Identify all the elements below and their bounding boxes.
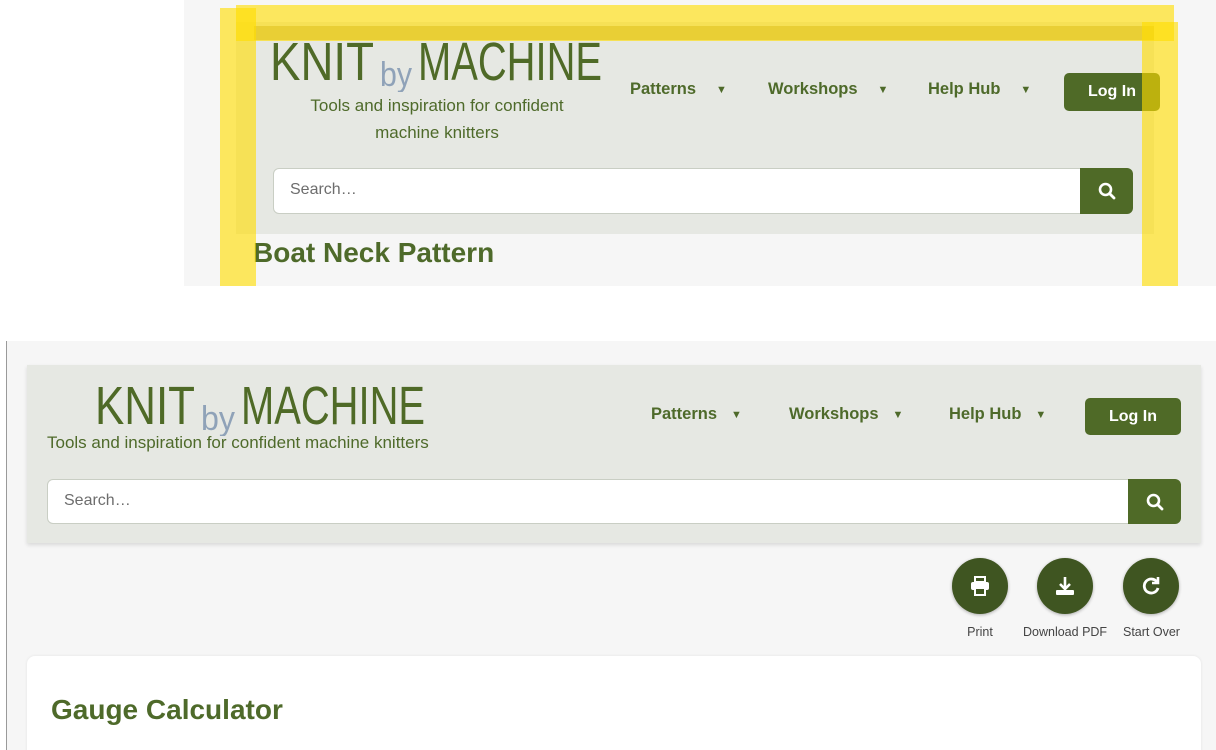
search-placeholder: Search… xyxy=(64,492,131,509)
preview-search-button[interactable] xyxy=(1080,168,1133,214)
chevron-down-icon: ▼ xyxy=(877,83,889,96)
gauge-calculator-card: Gauge Calculator xyxy=(27,656,1201,750)
nav-label: Workshops xyxy=(789,405,879,423)
start-over-action[interactable]: Start Over xyxy=(1123,558,1180,639)
logo-knit-text: KNIT xyxy=(270,32,374,92)
preview-nav-patterns[interactable]: Patterns ▼ xyxy=(630,80,727,99)
preview-tagline: Tools and inspiration for confident mach… xyxy=(274,92,600,146)
download-pdf-action[interactable]: Download PDF xyxy=(1023,558,1107,639)
preview-nav-help-hub[interactable]: Help Hub ▼ xyxy=(928,80,1031,99)
highlight-overlay-right xyxy=(1142,22,1178,286)
preview-page-title: Boat Neck Pattern xyxy=(253,237,495,268)
logo-machine-text: MACHINE xyxy=(241,376,425,436)
redo-icon xyxy=(1143,577,1160,595)
highlight-overlay-inner xyxy=(254,26,1154,40)
preview-snippet: KNIT by MACHINE Tools and inspiration fo… xyxy=(184,0,1216,286)
logo-by-text: by xyxy=(380,56,412,92)
preview-tagline-line2: machine knitters xyxy=(375,123,499,142)
start-over-button[interactable] xyxy=(1123,558,1180,614)
screenshot-canvas: KNIT by MACHINE Tools and inspiration fo… xyxy=(0,0,1216,750)
search-placeholder: Search… xyxy=(290,181,357,198)
chevron-down-icon: ▼ xyxy=(716,83,727,96)
print-action[interactable]: Print xyxy=(952,558,1008,639)
preview-nav-workshops[interactable]: Workshops ▼ xyxy=(768,80,888,99)
logo-by-text: by xyxy=(201,400,235,436)
chevron-down-icon: ▼ xyxy=(1020,83,1032,96)
action-label: Download PDF xyxy=(1023,625,1108,639)
search-input[interactable]: Search… xyxy=(47,479,1129,524)
search-icon xyxy=(1146,493,1163,510)
search-button[interactable] xyxy=(1128,479,1181,524)
login-button[interactable]: Log In xyxy=(1085,398,1181,435)
nav-help-hub[interactable]: Help Hub ▼ xyxy=(949,405,1046,424)
print-button[interactable] xyxy=(952,558,1008,614)
nav-patterns[interactable]: Patterns ▼ xyxy=(651,405,742,424)
site-tagline: Tools and inspiration for confident mach… xyxy=(47,433,429,452)
nav-label: Patterns xyxy=(651,405,718,423)
preview-search-input[interactable]: Search… xyxy=(273,168,1081,214)
print-icon xyxy=(971,576,989,596)
action-label: Print xyxy=(967,625,993,639)
download-pdf-button[interactable] xyxy=(1037,558,1094,614)
card-title: Gauge Calculator xyxy=(51,694,283,725)
nav-label: Workshops xyxy=(768,80,858,98)
action-label: Start Over xyxy=(1123,625,1180,639)
main-page: KNIT by MACHINE Tools and inspiration fo… xyxy=(6,341,1216,750)
site-header: KNIT by MACHINE Tools and inspiration fo… xyxy=(27,365,1201,543)
download-icon xyxy=(1056,577,1075,595)
search-icon xyxy=(1098,182,1115,200)
chevron-down-icon: ▼ xyxy=(892,408,904,421)
nav-label: Help Hub xyxy=(928,80,1001,98)
chevron-down-icon: ▼ xyxy=(1035,408,1047,421)
nav-label: Help Hub xyxy=(949,405,1022,423)
logo-knit-text: KNIT xyxy=(95,376,195,436)
preview-tagline-line1: Tools and inspiration for confident xyxy=(310,96,564,115)
nav-label: Patterns xyxy=(630,80,697,98)
nav-workshops[interactable]: Workshops ▼ xyxy=(789,405,903,424)
site-logo[interactable]: KNIT by MACHINE xyxy=(95,374,427,436)
highlight-overlay-left xyxy=(220,8,256,286)
chevron-down-icon: ▼ xyxy=(731,408,742,421)
logo-machine-text: MACHINE xyxy=(418,32,602,92)
